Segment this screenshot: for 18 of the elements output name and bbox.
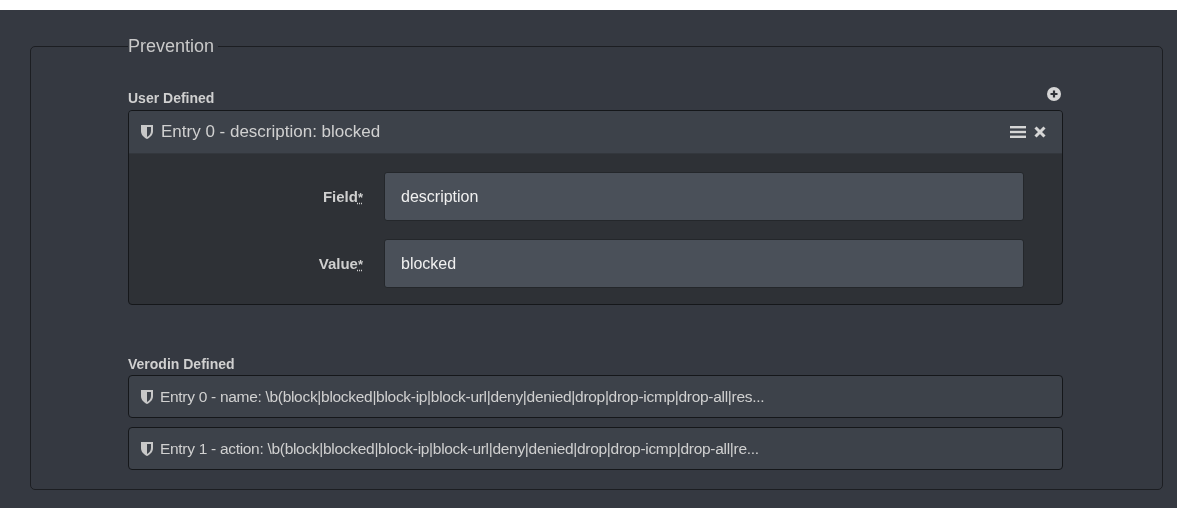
menu-icon[interactable]: [1010, 125, 1026, 139]
section-heading: User Defined: [128, 89, 215, 107]
field-label: Field*: [321, 188, 363, 205]
entry-header[interactable]: Entry 0 - description: blocked: [129, 111, 1062, 154]
shield-icon: [141, 389, 153, 404]
add-icon[interactable]: [1047, 87, 1061, 101]
entry-header[interactable]: Entry 1 - action: \b(block|blocked|block-ip|block-url|deny|denied|drop|drop-icmp|drop-all|re...: [128, 427, 1063, 470]
entry-title: Entry 0 - name: \b(block|blocked|block-ip|block-url|deny|denied|drop|drop-icmp|drop-all|res...: [160, 387, 765, 406]
entry-title: Entry 0 - description: blocked: [161, 122, 381, 142]
entry-title: Entry 1 - action: \b(block|blocked|block-ip|block-url|deny|denied|drop|drop-icmp|drop-all|re...: [160, 439, 759, 458]
shield-icon: [141, 125, 153, 139]
field-label: Value*: [317, 255, 363, 272]
entry-header[interactable]: Entry 0 - name: \b(block|blocked|block-ip|block-url|deny|denied|drop|drop-icmp|drop-all|res...: [128, 375, 1063, 418]
input-field[interactable]: blocked: [384, 239, 1024, 288]
close-icon[interactable]: [1034, 126, 1046, 138]
input-field[interactable]: description: [384, 172, 1024, 221]
shield-icon: [141, 441, 153, 456]
section-heading: Verodin Defined: [128, 355, 236, 373]
